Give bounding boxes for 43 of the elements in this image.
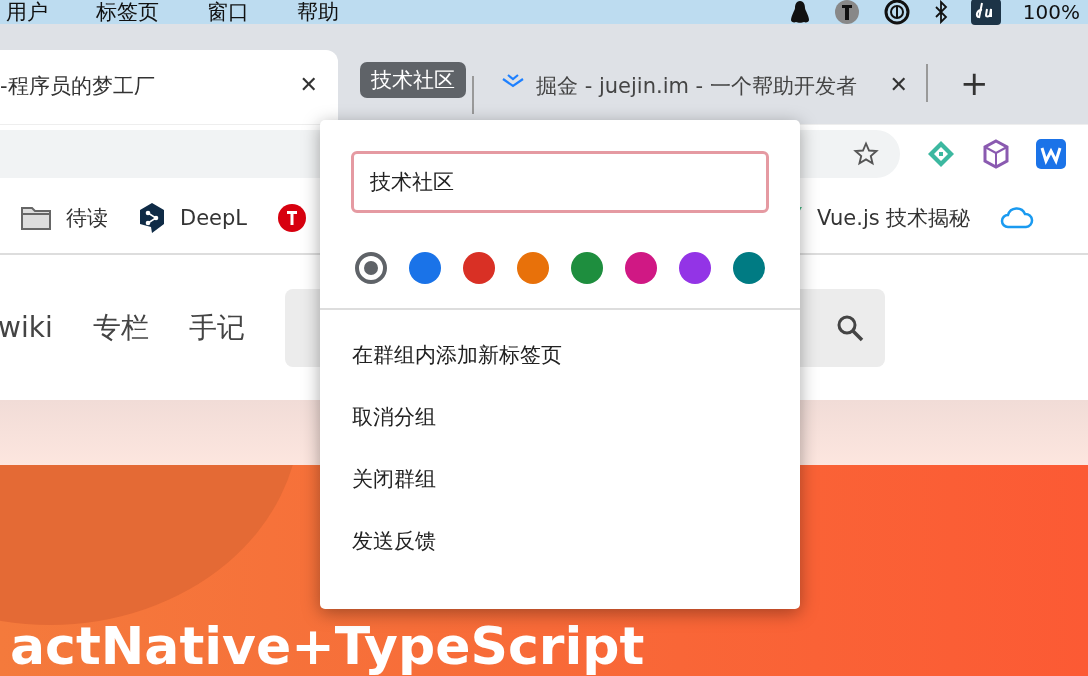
color-swatch[interactable] [679,252,711,284]
banner-title: actNative+TypeScript [10,614,645,676]
new-tab-button[interactable]: + [960,50,989,100]
site-nav-link[interactable]: 手记 [188,308,245,347]
color-swatch[interactable] [571,252,603,284]
color-swatch[interactable] [409,252,441,284]
hexagon-share-icon[interactable] [138,201,166,234]
menu-item[interactable]: 窗口 [207,0,249,24]
bookmark-label[interactable]: 待读 [66,203,108,232]
color-swatch[interactable] [355,252,387,284]
bookmark-label[interactable]: Vue.js 技术揭秘 [817,203,971,232]
bluetooth-icon[interactable] [932,0,949,24]
t-letter-icon[interactable] [277,202,308,233]
folder-icon[interactable] [20,204,52,231]
browser-tab[interactable]: -程序员的梦工厂 ✕ [0,50,338,124]
du-app-icon[interactable] [970,0,1001,25]
close-icon[interactable]: ✕ [889,72,908,97]
menu-item[interactable]: 发送反馈 [320,510,800,572]
star-icon[interactable] [852,139,880,168]
tab-title: 掘金 - juejin.im - 一个帮助开发者 [536,73,858,100]
bookmark-label[interactable]: DeepL [180,205,248,230]
penguin-icon[interactable] [788,0,811,24]
battery-percentage: 100% [1022,0,1080,24]
menu-item[interactable]: 关闭群组 [320,448,800,510]
cloud-icon[interactable] [1000,205,1035,230]
browser-tab[interactable]: 掘金 - juejin.im - 一个帮助开发者 ✕ [480,50,920,124]
site-nav-link[interactable]: wiki [0,311,53,344]
group-name-field[interactable]: 技术社区 [351,151,769,213]
color-swatch[interactable] [463,252,495,284]
menu-item[interactable]: 在群组内添加新标签页 [320,324,800,386]
color-swatch[interactable] [733,252,765,284]
menu-item[interactable]: 用户 [6,0,48,24]
close-icon[interactable]: ✕ [299,72,318,97]
tab-group-chip[interactable]: 技术社区 [360,62,466,98]
w-letter-icon[interactable] [1036,138,1066,169]
site-nav-link[interactable]: 专栏 [92,308,149,347]
menu-item[interactable]: 标签页 [96,0,159,24]
menu-item[interactable]: 取消分组 [320,386,800,448]
menu-item[interactable]: 帮助 [297,0,339,24]
color-swatch[interactable] [517,252,549,284]
cube-icon[interactable] [982,138,1010,169]
tab-title: -程序员的梦工厂 [0,73,156,100]
color-swatch[interactable] [625,252,657,284]
